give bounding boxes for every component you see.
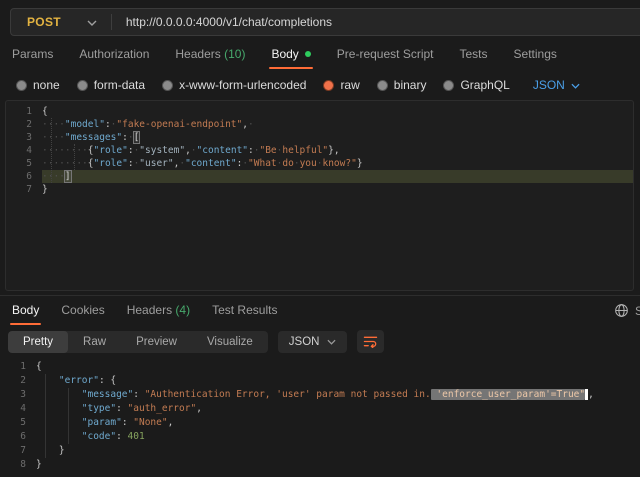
view-preview-button[interactable]: Preview [121, 331, 192, 353]
code-line: 5········{"role":·"user",·"content":·"Wh… [6, 157, 633, 170]
radio-icon [323, 80, 334, 91]
tab-settings[interactable]: Settings [514, 47, 557, 69]
body-mode-label: binary [394, 78, 427, 92]
line-number: 6 [0, 430, 36, 444]
code-line: 1{ [0, 360, 640, 374]
line-number: 1 [0, 360, 36, 374]
body-mode-none[interactable]: none [16, 78, 60, 92]
body-mode-label: x-www-form-urlencoded [179, 78, 306, 92]
request-tabs: Params Authorization Headers (10) Body P… [12, 47, 557, 69]
line-number: 5 [6, 157, 42, 170]
response-headers-count-badge: (4) [175, 303, 190, 317]
line-number: 3 [6, 131, 42, 144]
response-tab-body[interactable]: Body [12, 303, 39, 325]
app-window: POST http://0.0.0.0:4000/v1/chat/complet… [0, 0, 640, 477]
line-number: 1 [6, 105, 42, 118]
code-line: 7} [6, 183, 633, 196]
body-language-select[interactable]: JSON [533, 78, 580, 92]
body-mode-binary[interactable]: binary [377, 78, 427, 92]
indent-guide [68, 388, 69, 444]
code-line: 2 "error": { [0, 374, 640, 388]
line-number: 2 [6, 118, 42, 131]
active-tab-underline [10, 323, 41, 325]
line-number: 5 [0, 416, 36, 430]
code-line: 5 "param": "None", [0, 416, 640, 430]
panel-divider [0, 295, 640, 296]
response-language-select[interactable]: JSON [278, 331, 348, 353]
body-mode-form-data[interactable]: form-data [77, 78, 145, 92]
body-mode-GraphQL[interactable]: GraphQL [443, 78, 509, 92]
code-line: 7 } [0, 444, 640, 458]
response-toolbar: Pretty Raw Preview Visualize JSON [8, 330, 384, 353]
chevron-down-icon [327, 336, 336, 348]
code-line: 1{ [6, 105, 633, 118]
line-number: 4 [6, 144, 42, 157]
view-raw-button[interactable]: Raw [68, 331, 121, 353]
line-number: 7 [0, 444, 36, 458]
body-mode-label: raw [340, 78, 359, 92]
tab-tests[interactable]: Tests [460, 47, 488, 69]
selected-text: 'enforce_user_param'=True" [431, 389, 585, 400]
body-mode-label: GraphQL [460, 78, 509, 92]
response-body-editor[interactable]: 1{2 "error": {3 "message": "Authenticati… [0, 356, 640, 477]
indent-guide [74, 144, 75, 170]
code-line: 4 "type": "auth_error", [0, 402, 640, 416]
wrap-text-icon [363, 335, 378, 348]
request-url-bar: POST http://0.0.0.0:4000/v1/chat/complet… [10, 8, 640, 36]
line-number: 8 [0, 458, 36, 472]
code-line: 4········{"role":·"system",·"content":·"… [6, 144, 633, 157]
body-mode-raw[interactable]: raw [323, 78, 359, 92]
code-line: 6····] [6, 170, 633, 183]
globe-icon[interactable] [614, 303, 629, 318]
chevron-down-icon [571, 78, 580, 92]
response-view-switcher: Pretty Raw Preview Visualize [8, 331, 268, 353]
body-modified-dot [305, 51, 311, 57]
response-tab-headers[interactable]: Headers (4) [127, 303, 190, 325]
radio-icon [443, 80, 454, 91]
line-number: 3 [0, 388, 36, 402]
request-body-editor[interactable]: 1{2····"model":·"fake-openai-endpoint",·… [5, 100, 634, 291]
tab-pre-request-script[interactable]: Pre-request Script [337, 47, 434, 69]
response-meta: S [614, 303, 640, 318]
tab-params[interactable]: Params [12, 47, 53, 69]
active-tab-underline [269, 67, 312, 69]
status-text-clipped: S [635, 304, 640, 318]
body-mode-x-www-form-urlencoded[interactable]: x-www-form-urlencoded [162, 78, 306, 92]
radio-icon [16, 80, 27, 91]
body-mode-label: none [33, 78, 60, 92]
line-number: 2 [0, 374, 36, 388]
code-line: 2····"model":·"fake-openai-endpoint",· [6, 118, 633, 131]
view-visualize-button[interactable]: Visualize [192, 331, 268, 353]
radio-icon [162, 80, 173, 91]
headers-count-badge: (10) [224, 47, 245, 61]
response-tabs: Body Cookies Headers (4) Test Results [12, 303, 640, 325]
code-line: 8} [0, 458, 640, 472]
indent-guide [45, 374, 46, 458]
chevron-down-icon[interactable] [87, 20, 97, 26]
radio-icon [377, 80, 388, 91]
wrap-text-button[interactable] [357, 330, 384, 353]
body-mode-label: form-data [94, 78, 145, 92]
method-selector[interactable]: POST [11, 15, 61, 29]
url-input[interactable]: http://0.0.0.0:4000/v1/chat/completions [112, 15, 332, 29]
tab-body[interactable]: Body [271, 47, 310, 69]
code-line: 3 "message": "Authentication Error, 'use… [0, 388, 640, 402]
code-line: 6 "code": 401 [0, 430, 640, 444]
tab-headers[interactable]: Headers (10) [175, 47, 245, 69]
code-line: 3····"messages":·[ [6, 131, 633, 144]
tab-authorization[interactable]: Authorization [79, 47, 149, 69]
radio-icon [77, 80, 88, 91]
response-tab-test-results[interactable]: Test Results [212, 303, 277, 325]
response-tab-cookies[interactable]: Cookies [61, 303, 104, 325]
line-number: 6 [6, 170, 42, 183]
body-mode-row: none form-data x-www-form-urlencoded raw bin… [16, 78, 580, 92]
line-number: 7 [6, 183, 42, 196]
view-pretty-button[interactable]: Pretty [8, 331, 68, 353]
indent-guide [51, 118, 52, 183]
line-number: 4 [0, 402, 36, 416]
